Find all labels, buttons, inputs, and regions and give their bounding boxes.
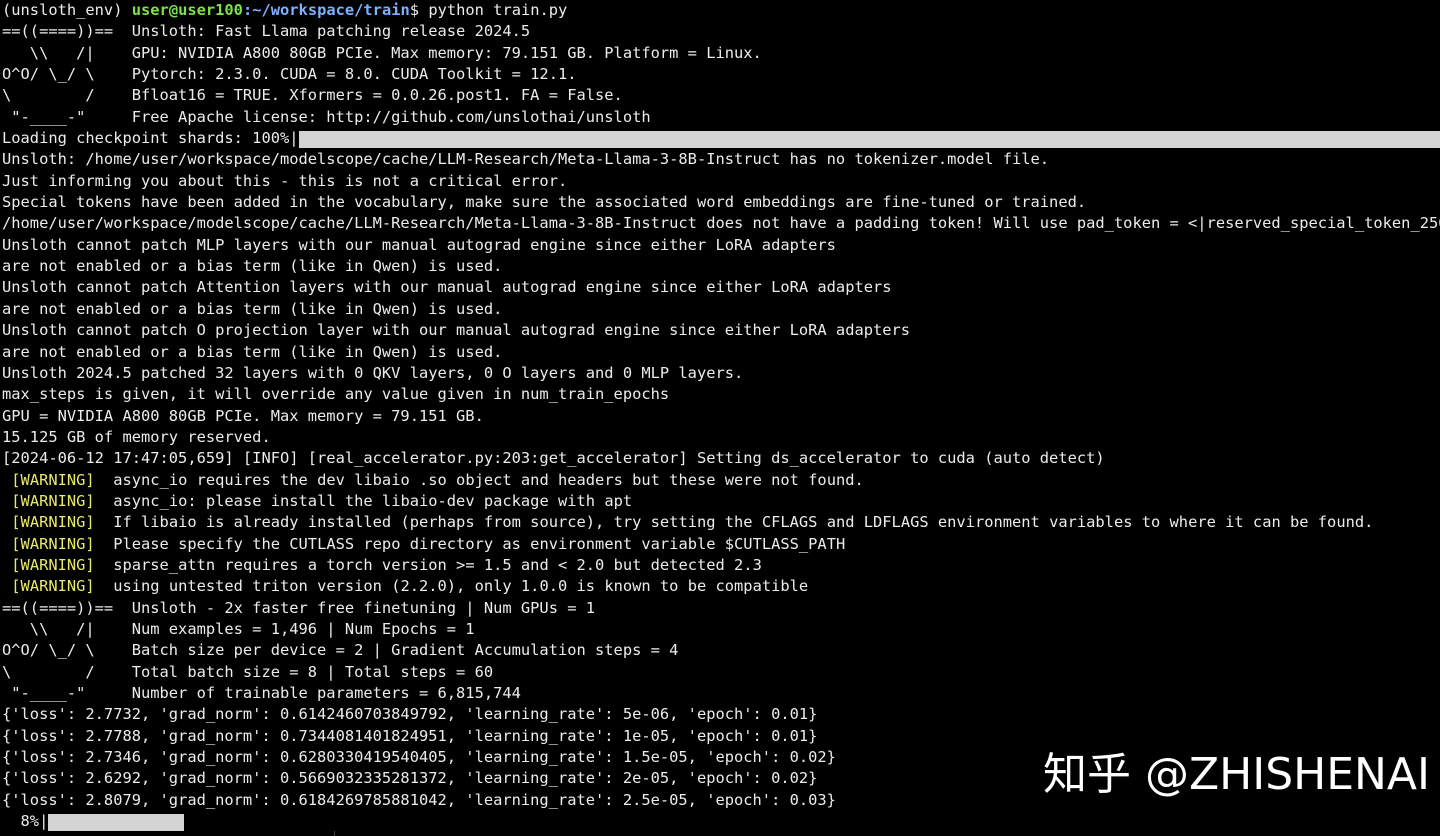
banner-line: \\ /| GPU: NVIDIA A800 80GB PCIe. Max me… <box>2 43 762 62</box>
log-line: Unsloth cannot patch O projection layer … <box>2 321 911 340</box>
banner-line: "-____-" Number of trainable parameters … <box>2 684 521 702</box>
prompt-user-host: user@user100 <box>131 1 243 19</box>
warning-line: [WARNING] async_io requires the dev liba… <box>0 470 1440 491</box>
banner-line: O^O/ \_/ \ Batch size per device = 2 | G… <box>2 641 679 660</box>
log-line: are not enabled or a bias term (like in … <box>2 299 503 318</box>
training-progress-label: 8%| <box>2 812 49 831</box>
warning-text: async_io: please install the libaio-dev … <box>94 491 633 510</box>
warning-line: [WARNING] async_io: please install the l… <box>0 491 1440 512</box>
log-line: Unsloth cannot patch MLP layers with our… <box>2 235 836 254</box>
warning-text: sparse_attn requires a torch version >= … <box>94 555 762 574</box>
warning-tag: [WARNING] <box>11 534 95 553</box>
watermark: 知乎 @ZHISHENAI <box>1043 749 1430 800</box>
banner-line: \ / Total batch size = 8 | Total steps =… <box>2 662 494 681</box>
log-line: /home/user/workspace/modelscope/cache/LL… <box>2 214 1440 233</box>
banner-line: "-____-" Free Apache license: http://git… <box>2 107 651 126</box>
training-progress-line: 8%| <box>0 811 1440 832</box>
warning-tag: [WARNING] <box>11 555 95 574</box>
warning-text: async_io requires the dev libaio .so obj… <box>94 470 864 489</box>
warning-tag: [WARNING] <box>11 513 95 532</box>
log-line: are not enabled or a bias term (like in … <box>2 342 503 361</box>
loss-line: {'loss': 2.7732, 'grad_norm': 0.61424607… <box>2 705 818 724</box>
banner-line: O^O/ \_/ \ Pytorch: 2.3.0. CUDA = 8.0. C… <box>2 65 577 84</box>
warning-text: Please specify the CUTLASS repo director… <box>94 534 846 553</box>
warning-line: [WARNING] sparse_attn requires a torch v… <box>0 555 1440 576</box>
conda-env: (unsloth_env) <box>2 1 123 19</box>
prompt-line: (unsloth_env) user@user100:~/workspace/t… <box>0 0 1440 21</box>
warning-line: [WARNING] using untested triton version … <box>0 576 1440 597</box>
warning-tag: [WARNING] <box>11 491 95 510</box>
terminal-cursor <box>334 831 335 836</box>
log-line: Unsloth cannot patch Attention layers wi… <box>2 278 892 297</box>
banner-line: ==((====))== Unsloth - 2x faster free fi… <box>2 598 596 617</box>
loading-progress-line: Loading checkpoint shards: 100%| <box>0 128 1440 149</box>
log-line: Unsloth: /home/user/workspace/modelscope… <box>2 150 1050 169</box>
log-line: Special tokens have been added in the vo… <box>2 193 1087 212</box>
warning-tag: [WARNING] <box>11 577 95 596</box>
training-progress-bar <box>48 814 185 832</box>
loading-label: Loading checkpoint shards: 100%| <box>2 129 299 148</box>
terminal-window[interactable]: (unsloth_env) user@user100:~/workspace/t… <box>0 0 1440 836</box>
log-line: [2024-06-12 17:47:05,659] [INFO] [real_a… <box>2 449 1105 468</box>
log-line: max_steps is given, it will override any… <box>2 385 670 404</box>
loss-line: {'loss': 2.7788, 'grad_norm': 0.73440814… <box>2 726 818 745</box>
command-text: python train.py <box>428 1 568 19</box>
prompt-path: :~/workspace/train <box>242 1 410 19</box>
warning-tag: [WARNING] <box>11 470 95 489</box>
banner-line: \ / Bfloat16 = TRUE. Xformers = 0.0.26.p… <box>2 86 623 105</box>
loading-progress-bar <box>298 131 1440 149</box>
log-line: are not enabled or a bias term (like in … <box>2 257 503 276</box>
warning-text: If libaio is already installed (perhaps … <box>94 513 1374 532</box>
banner-line: \\ /| Num examples = 1,496 | Num Epochs … <box>2 619 475 638</box>
log-line: 15.125 GB of memory reserved. <box>2 427 271 446</box>
banner-line: ==((====))== Unsloth: Fast Llama patchin… <box>2 22 531 41</box>
log-line: Just informing you about this - this is … <box>2 171 568 190</box>
warning-text: using untested triton version (2.2.0), o… <box>94 577 809 596</box>
warning-line: [WARNING] Please specify the CUTLASS rep… <box>0 534 1440 555</box>
warning-line: [WARNING] If libaio is already installed… <box>0 512 1440 533</box>
log-line: GPU = NVIDIA A800 80GB PCIe. Max memory … <box>2 406 484 425</box>
prompt-symbol: $ <box>409 1 420 19</box>
log-line: Unsloth 2024.5 patched 32 layers with 0 … <box>2 363 744 382</box>
